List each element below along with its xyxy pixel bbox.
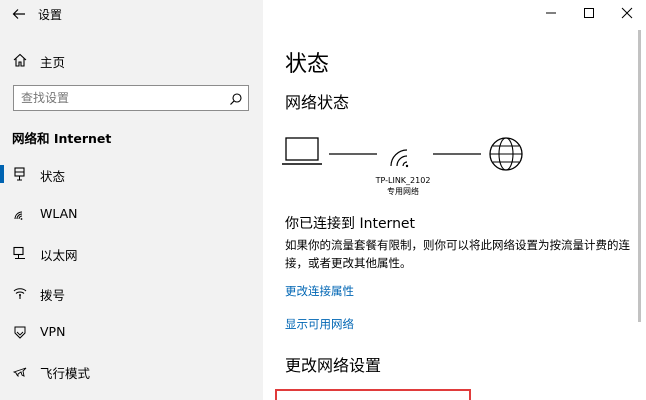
sidebar-item-label: WLAN (40, 206, 78, 221)
sidebar: 设置 主页 网络和 Internet 状态 WLAN 以太网 (0, 0, 263, 400)
globe-icon (489, 137, 523, 171)
search-icon[interactable] (229, 91, 243, 105)
sidebar-item-ethernet[interactable]: 以太网 (0, 238, 263, 268)
wifi-icon (12, 206, 28, 222)
back-arrow-icon[interactable] (10, 5, 28, 23)
title-bar: 设置 (0, 0, 263, 28)
sidebar-item-status[interactable]: 状态 (0, 159, 263, 189)
main-pane: 状态 网络状态 TP-LINK_2102 专用网络 你已连接到 Internet… (263, 0, 646, 400)
search-input[interactable] (14, 86, 220, 110)
sidebar-item-label: 状态 (40, 169, 66, 184)
dialup-icon (12, 285, 28, 301)
network-type: 专用网络 (387, 187, 419, 196)
sidebar-item-wlan[interactable]: WLAN (0, 199, 263, 229)
connected-heading: 你已连接到 Internet (285, 216, 416, 232)
change-network-settings-heading: 更改网络设置 (285, 356, 382, 375)
maximize-button[interactable] (575, 3, 603, 23)
laptop-icon (282, 137, 322, 165)
ethernet-icon (12, 245, 28, 261)
sidebar-item-vpn[interactable]: VPN (0, 317, 263, 347)
vpn-icon (12, 324, 28, 340)
status-icon (12, 166, 28, 182)
minimize-button[interactable] (537, 3, 565, 23)
sidebar-item-home[interactable]: 主页 (0, 46, 263, 74)
airplane-icon (12, 363, 28, 379)
network-label: TP-LINK_2102 专用网络 (363, 175, 443, 197)
search-box (13, 85, 249, 111)
page-title: 状态 (285, 52, 330, 77)
section-header: 网络和 Internet (12, 131, 112, 146)
app-title: 设置 (38, 8, 63, 22)
router-wifi-icon (390, 149, 409, 168)
sidebar-item-label: 拨号 (40, 288, 66, 303)
sidebar-item-label: VPN (40, 324, 66, 339)
sidebar-item-dialup[interactable]: 拨号 (0, 278, 263, 308)
change-connection-properties-link[interactable]: 更改连接属性 (285, 283, 354, 299)
home-icon (12, 52, 28, 68)
highlight-box (275, 389, 471, 400)
home-label: 主页 (40, 55, 66, 70)
connected-description: 如果你的流量套餐有限制，则你可以将此网络设置为按流量计费的连接，或者更改其他属性… (285, 238, 630, 270)
close-button[interactable] (613, 3, 641, 23)
sidebar-item-label: 飞行模式 (40, 366, 91, 381)
network-name: TP-LINK_2102 (375, 176, 431, 185)
network-status-heading: 网络状态 (285, 93, 350, 112)
sidebar-item-label: 以太网 (40, 248, 78, 263)
show-available-networks-link[interactable]: 显示可用网络 (285, 316, 354, 332)
sidebar-item-airplane[interactable]: 飞行模式 (0, 356, 263, 386)
scrollbar[interactable] (638, 30, 641, 322)
